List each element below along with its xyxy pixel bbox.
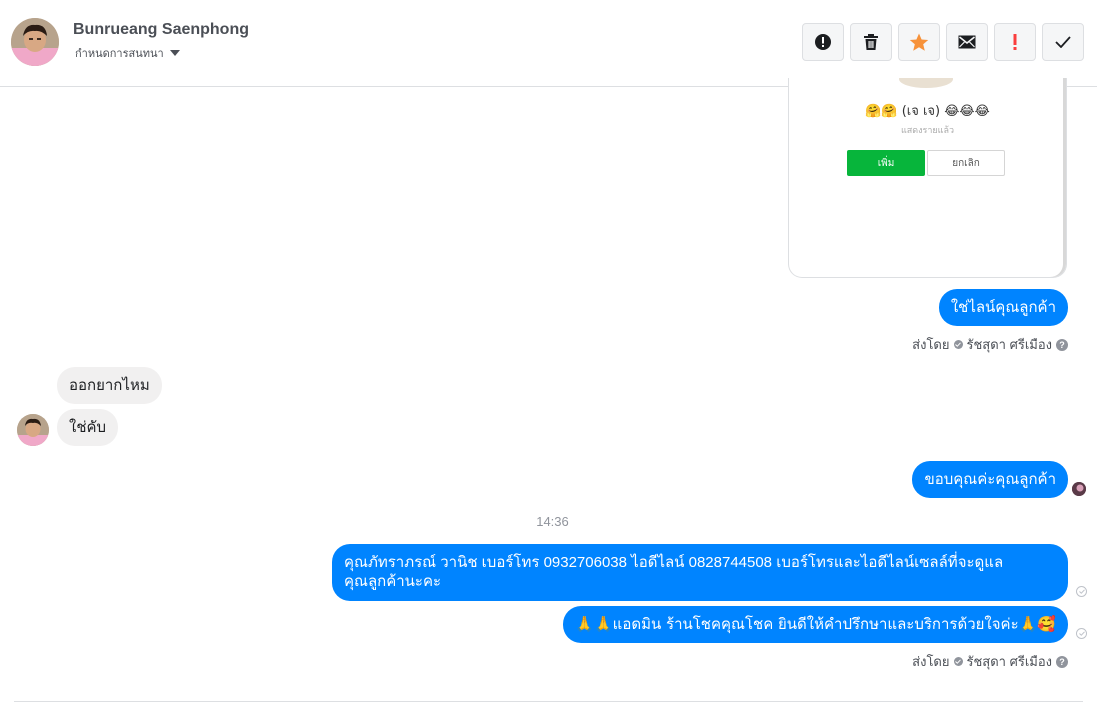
message-thread: 🤗🤗 (เจ เจ) 😂😂😂 แสดงรายแล้ว เพิ่ม ยกเลิก …	[0, 78, 1097, 704]
done-button[interactable]	[1042, 23, 1084, 61]
caret-down-icon	[169, 50, 180, 56]
important-button[interactable]	[994, 23, 1036, 61]
star-icon	[909, 33, 929, 52]
profile-picture-fragment	[899, 78, 953, 88]
contact-avatar[interactable]	[11, 18, 59, 66]
star-button[interactable]	[898, 23, 940, 61]
outgoing-message[interactable]: 🙏🙏แอดมิน ร้านโชคคุณโชค ยินดีให้คำปรึกษาแ…	[563, 606, 1068, 643]
exclamation-icon	[1012, 33, 1018, 51]
verified-icon	[953, 340, 963, 349]
delete-button[interactable]	[850, 23, 892, 61]
mark-unread-button[interactable]	[946, 23, 988, 61]
outgoing-message[interactable]: คุณภัทราภรณ์ วานิช เบอร์โทร 0932706038 ไ…	[332, 544, 1068, 601]
line-add-button: เพิ่ม	[847, 150, 925, 176]
checkmark-icon	[1055, 36, 1071, 48]
line-profile-name: 🤗🤗 (เจ เจ) 😂😂😂	[865, 104, 990, 119]
message-line: คุณภัทราภรณ์ วานิช เบอร์โทร 0932706038 ไ…	[344, 554, 1004, 571]
delivered-icon	[1076, 586, 1087, 597]
sent-by-label: ส่งโดย	[912, 337, 950, 352]
sender-name[interactable]: รัชสุดา ศรีเมือง	[967, 334, 1053, 355]
sent-by-info: ส่งโดย รัชสุดา ศรีเมือง ?	[912, 651, 1068, 672]
envelope-icon	[958, 35, 976, 49]
help-icon[interactable]: ?	[1056, 655, 1068, 668]
header-actions	[802, 23, 1084, 61]
composer-divider	[14, 701, 1083, 702]
trash-icon	[863, 33, 879, 51]
verified-icon	[953, 657, 963, 666]
outgoing-message[interactable]: ขอบคุณค่ะคุณลูกค้า	[912, 461, 1068, 498]
message-line: คุณลูกค้านะคะ	[344, 573, 442, 590]
message-timestamp: 14:36	[536, 514, 569, 529]
conversation-settings-dropdown[interactable]: กำหนดการสนทนา	[75, 44, 180, 62]
sent-by-info: ส่งโดย รัชสุดา ศรีเมือง ?	[912, 334, 1068, 355]
line-cancel-button: ยกเลิก	[927, 150, 1005, 176]
outgoing-message[interactable]: ใช่ไลน์คุณลูกค้า	[938, 289, 1068, 326]
sent-by-label: ส่งโดย	[912, 654, 950, 669]
contact-name: Bunrueang Saenphong	[73, 21, 249, 38]
shared-image-attachment[interactable]: 🤗🤗 (เจ เจ) 😂😂😂 แสดงรายแล้ว เพิ่ม ยกเลิก	[788, 78, 1067, 278]
incoming-message[interactable]: ออกยากไหม	[57, 367, 162, 404]
line-profile-status: แสดงรายแล้ว	[900, 125, 955, 135]
delivered-icon	[1076, 628, 1087, 639]
incoming-message[interactable]: ใช่คับ	[57, 409, 119, 446]
help-icon[interactable]: ?	[1056, 338, 1068, 351]
conversation-header: Bunrueang Saenphong กำหนดการสนทนา	[0, 0, 1097, 87]
alert-circle-icon	[814, 33, 832, 51]
conversation-settings-label: กำหนดการสนทนา	[75, 48, 164, 60]
spam-button[interactable]	[802, 23, 844, 61]
seen-avatar	[1072, 482, 1086, 496]
sender-name[interactable]: รัชสุดา ศรีเมือง	[967, 651, 1053, 672]
contact-avatar-small[interactable]	[17, 414, 49, 446]
